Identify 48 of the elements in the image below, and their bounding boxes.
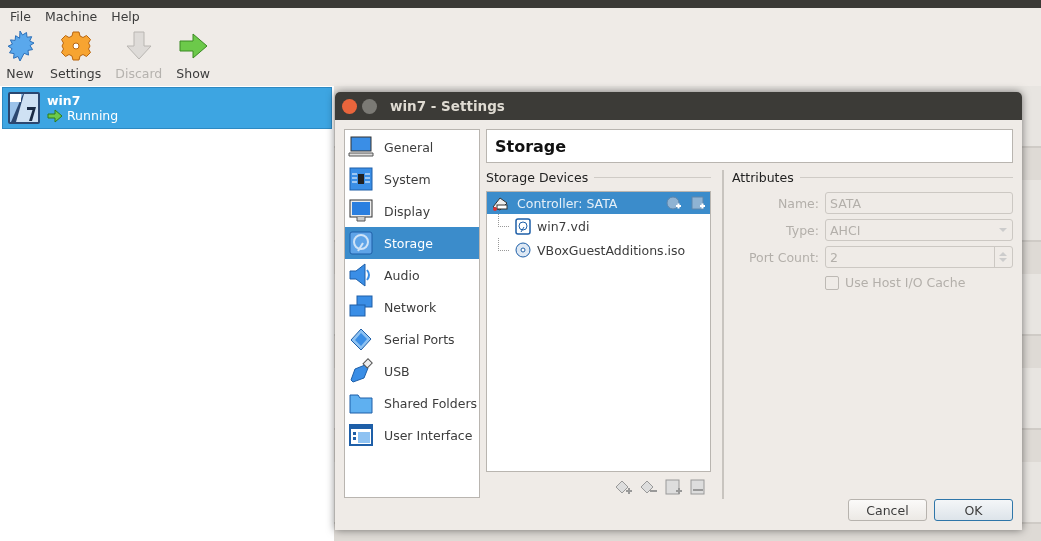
os-logo-icon <box>7 91 41 125</box>
settings-section[interactable]: System <box>345 163 479 195</box>
add-disc-icon[interactable] <box>666 195 682 211</box>
settings-section[interactable]: General <box>345 131 479 163</box>
controller-icon <box>491 195 509 211</box>
toolbar-button[interactable]: Settings <box>50 30 102 83</box>
dialog-title: win7 - Settings <box>390 98 505 114</box>
maximize-button[interactable] <box>362 98 377 114</box>
right-arrow-icon <box>177 30 210 62</box>
right-arrow-icon <box>47 108 63 123</box>
close-button[interactable] <box>342 98 357 114</box>
field-label: Name: <box>776 195 819 211</box>
laptop-icon <box>348 134 374 160</box>
settings-section[interactable]: Storage <box>345 227 479 259</box>
vm-name: win7 <box>47 93 82 108</box>
menu-item[interactable]: Help <box>111 9 140 26</box>
toolbar-button[interactable]: New <box>4 30 36 83</box>
ok-button[interactable]: OK <box>934 499 1013 521</box>
vm-state: Running <box>67 108 119 123</box>
chip-icon <box>348 166 374 192</box>
menu-item[interactable]: File <box>10 9 31 26</box>
settings-section[interactable]: Network <box>345 291 479 323</box>
storage-tree-item[interactable]: VBoxGuestAdditions.iso <box>487 238 710 262</box>
attributes-label: Attributes <box>732 169 794 185</box>
menu-item[interactable]: Machine <box>44 9 98 26</box>
storage-devices-label: Storage Devices <box>486 169 589 185</box>
toolbar-button[interactable]: Show <box>176 30 210 83</box>
dropdown-arrow-icon <box>998 227 1008 233</box>
page-title: Storage <box>486 129 1013 163</box>
field-label: Type: <box>785 222 819 238</box>
settings-section[interactable]: Audio <box>345 259 479 291</box>
storage-tree-item[interactable]: win7.vdi <box>487 214 710 238</box>
remove-attachment-icon[interactable] <box>687 478 708 496</box>
settings-section[interactable]: USB <box>345 355 479 387</box>
network-icon <box>348 294 374 320</box>
serial-port-icon <box>348 326 374 352</box>
settings-section[interactable]: Shared Folders <box>345 387 479 419</box>
window-icon <box>348 422 374 448</box>
monitor-icon <box>348 198 374 224</box>
settings-section[interactable]: User Interface <box>345 419 479 451</box>
settings-section[interactable]: Display <box>345 195 479 227</box>
add-attachment-icon[interactable] <box>662 478 683 496</box>
field-label: Port Count: <box>747 249 819 265</box>
disc-icon <box>515 242 531 258</box>
settings-section[interactable]: Serial Ports <box>345 323 479 355</box>
cancel-button[interactable]: Cancel <box>848 499 927 521</box>
gear-icon <box>59 30 92 62</box>
usb-plug-icon <box>348 358 374 384</box>
